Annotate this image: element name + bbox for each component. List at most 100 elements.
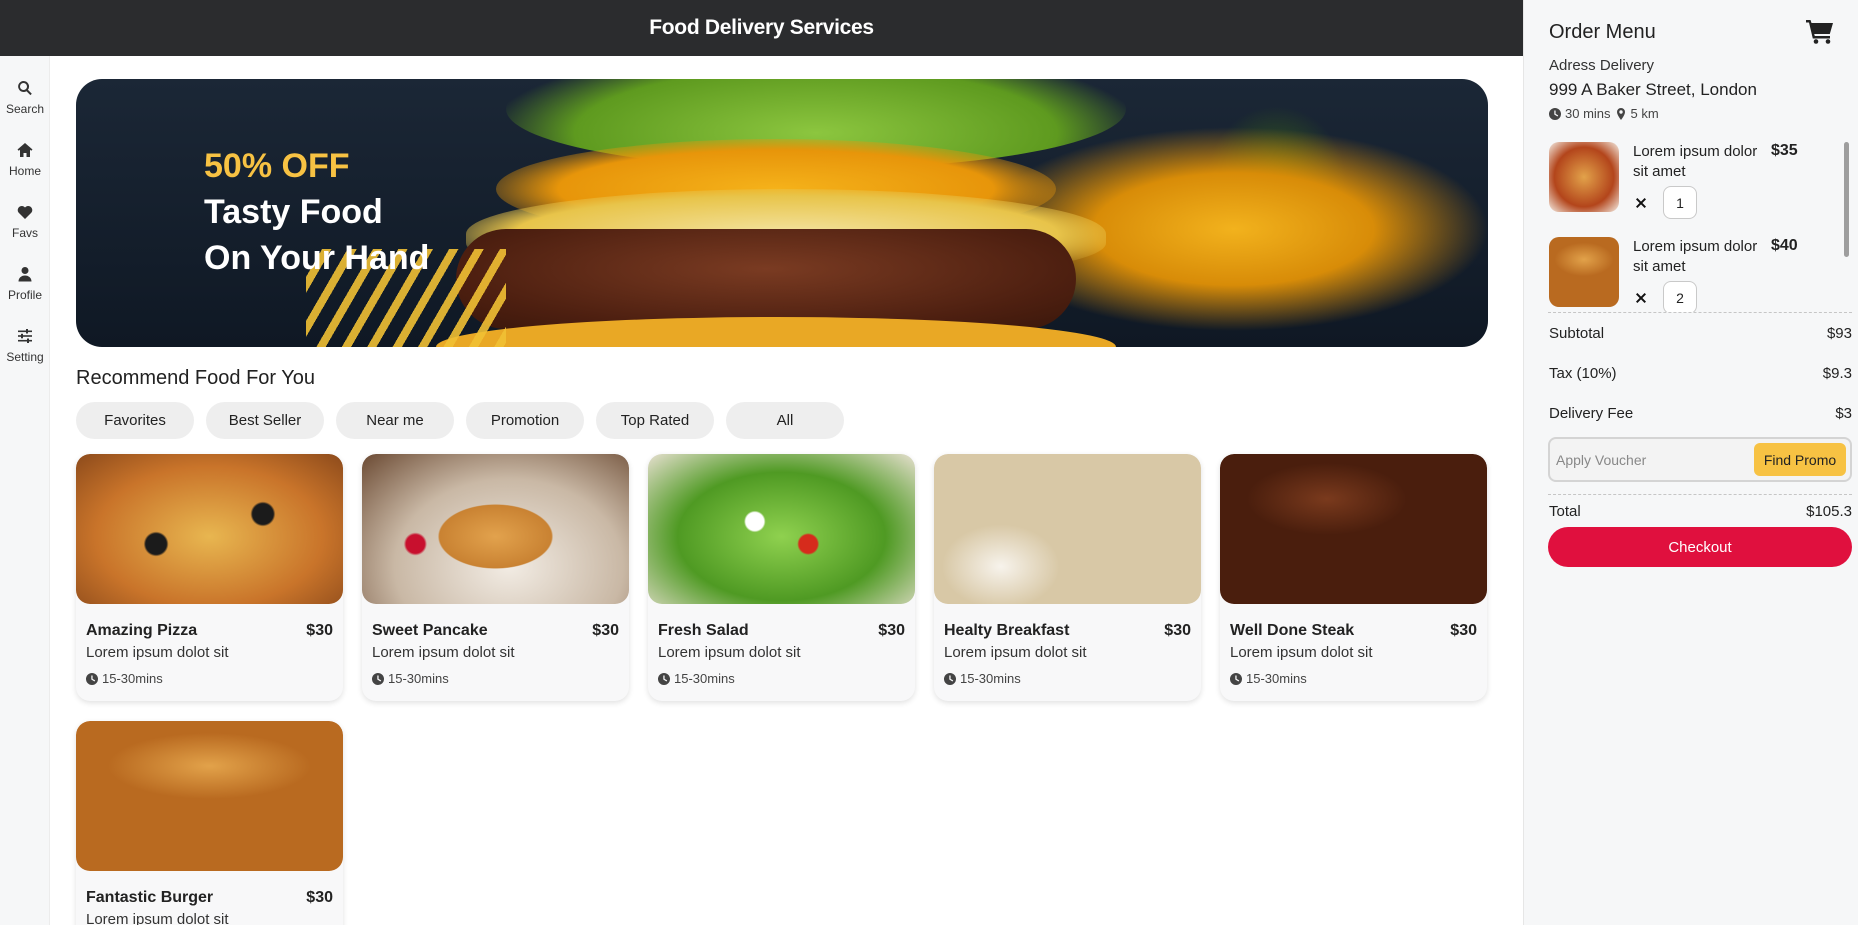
- checkout-button[interactable]: Checkout: [1548, 527, 1852, 567]
- food-description: Lorem ipsum dolot sit: [86, 911, 229, 925]
- cart-item-image: [1549, 142, 1619, 212]
- sidebar-item-home[interactable]: Home: [0, 142, 50, 178]
- food-price: $30: [1164, 622, 1191, 639]
- clock-icon: [1230, 672, 1242, 685]
- sidebar-item-search[interactable]: Search: [0, 80, 50, 116]
- food-description: Lorem ipsum dolot sit: [1230, 644, 1373, 661]
- sidebar-item-favs[interactable]: Favs: [0, 204, 50, 240]
- food-card[interactable]: Amazing Pizza $30 Lorem ipsum dolot sit 1…: [76, 454, 343, 701]
- food-image-salad: [648, 454, 915, 604]
- food-name: Fresh Salad: [658, 622, 749, 639]
- home-icon: [17, 143, 33, 157]
- delivery-meta: 30 mins 5 km: [1524, 106, 1858, 121]
- voucher-input[interactable]: [1556, 451, 1736, 468]
- banner-patty-graphic: [456, 229, 1076, 329]
- food-image-pancake: [362, 454, 629, 604]
- delivery-fee-value: $3: [1835, 404, 1852, 422]
- subtotal-label: Subtotal: [1549, 324, 1605, 342]
- main-content: 50% OFF Tasty Food On Your Hand Recommen…: [76, 79, 1488, 925]
- food-time: 15-30mins: [362, 671, 629, 686]
- food-card[interactable]: Fantastic Burger $30 Lorem ipsum dolot si…: [76, 721, 343, 925]
- food-price: $30: [306, 889, 333, 906]
- food-card[interactable]: Well Done Steak $30 Lorem ipsum dolot sit…: [1220, 454, 1487, 701]
- map-pin-icon: [1616, 107, 1625, 120]
- tax-value: $9.3: [1822, 364, 1852, 382]
- filter-promotion[interactable]: Promotion: [466, 402, 584, 439]
- sidebar-item-label: Profile: [7, 288, 42, 302]
- sidebar: Search Home Favs Profile Setting: [0, 56, 50, 925]
- app-root: Food Delivery Services Search Home Favs …: [0, 0, 1858, 925]
- filter-all[interactable]: All: [726, 402, 844, 439]
- cart-item-name: Lorem ipsum dolor sit amet: [1633, 238, 1758, 275]
- order-panel: Order Menu Adress Delivery 999 A Baker S…: [1523, 0, 1858, 925]
- find-promo-button[interactable]: Find Promo: [1754, 443, 1846, 476]
- clock-icon: [944, 672, 956, 685]
- cart-scrollbar[interactable]: [1844, 142, 1849, 257]
- filter-chips: Favorites Best Seller Near me Promotion …: [76, 402, 1488, 439]
- subtotal-row: Subtotal $93: [1524, 313, 1858, 353]
- food-price: $30: [878, 622, 905, 639]
- delivery-fee-row: Delivery Fee $3: [1524, 393, 1858, 433]
- food-price: $30: [592, 622, 619, 639]
- food-description: Lorem ipsum dolot sit: [658, 644, 801, 661]
- promo-banner[interactable]: 50% OFF Tasty Food On Your Hand: [76, 79, 1488, 347]
- food-time-text: 15-30mins: [1246, 671, 1307, 686]
- delivery-fee-label: Delivery Fee: [1549, 404, 1634, 422]
- banner-line-2: On Your Hand: [204, 239, 430, 277]
- clock-icon: [86, 672, 98, 685]
- cart-item: Lorem ipsum dolor sit amet 2 $40: [1524, 237, 1858, 312]
- food-description: Lorem ipsum dolot sit: [372, 644, 515, 661]
- food-card[interactable]: Sweet Pancake $30 Lorem ipsum dolot sit 1…: [362, 454, 629, 701]
- top-header: Food Delivery Services: [0, 0, 1523, 56]
- cart-item-qty-row: 2: [1633, 281, 1761, 312]
- search-icon: [18, 81, 32, 96]
- food-time: 15-30mins: [76, 671, 343, 686]
- filter-top-rated[interactable]: Top Rated: [596, 402, 714, 439]
- filter-near-me[interactable]: Near me: [336, 402, 454, 439]
- clock-icon: [1549, 107, 1561, 120]
- food-price: $30: [1450, 622, 1477, 639]
- food-name: Sweet Pancake: [372, 622, 488, 639]
- cart-item-image: [1549, 237, 1619, 307]
- cart-icon[interactable]: [1806, 19, 1834, 45]
- quantity-field[interactable]: 1: [1663, 186, 1697, 219]
- food-card[interactable]: Fresh Salad $30 Lorem ipsum dolot sit 15-…: [648, 454, 915, 701]
- tax-row: Tax (10%) $9.3: [1524, 353, 1858, 393]
- food-name: Fantastic Burger: [86, 889, 214, 906]
- sidebar-item-label: Home: [8, 164, 41, 178]
- cart-item-price: $40: [1771, 237, 1798, 254]
- food-card[interactable]: Healty Breakfast $30 Lorem ipsum dolot si…: [934, 454, 1201, 701]
- close-icon[interactable]: [1633, 195, 1649, 211]
- food-description: Lorem ipsum dolot sit: [86, 644, 229, 661]
- food-name: Healty Breakfast: [944, 622, 1070, 639]
- cart-item: Lorem ipsum dolor sit amet 1 $35: [1524, 142, 1858, 237]
- sidebar-item-label: Setting: [6, 350, 44, 364]
- close-icon[interactable]: [1633, 290, 1649, 306]
- voucher-box: Find Promo: [1548, 437, 1852, 482]
- food-image-burger: [76, 721, 343, 871]
- food-time-text: 15-30mins: [102, 671, 163, 686]
- food-image-pizza: [76, 454, 343, 604]
- order-header: Order Menu: [1524, 19, 1858, 45]
- quantity-field[interactable]: 2: [1663, 281, 1697, 312]
- cart-item-name: Lorem ipsum dolor sit amet: [1633, 143, 1758, 180]
- food-image-breakfast: [934, 454, 1201, 604]
- cart-item-info: Lorem ipsum dolor sit amet 2: [1633, 237, 1761, 312]
- food-description: Lorem ipsum dolot sit: [944, 644, 1087, 661]
- sidebar-item-label: Favs: [11, 226, 38, 240]
- delivery-eta: 30 mins: [1565, 106, 1611, 121]
- sidebar-item-setting[interactable]: Setting: [0, 328, 50, 364]
- filter-best-seller[interactable]: Best Seller: [206, 402, 324, 439]
- cart-item-qty-row: 1: [1633, 186, 1761, 219]
- food-time-text: 15-30mins: [960, 671, 1021, 686]
- section-title: Recommend Food For You: [76, 367, 316, 389]
- banner-text: 50% OFF Tasty Food On Your Hand: [204, 143, 429, 281]
- food-time-text: 15-30mins: [674, 671, 735, 686]
- cart-item-price: $35: [1771, 142, 1798, 159]
- sliders-icon: [18, 329, 32, 343]
- filter-favorites[interactable]: Favorites: [76, 402, 194, 439]
- sidebar-item-profile[interactable]: Profile: [0, 266, 50, 302]
- address-label: Adress Delivery: [1549, 57, 1655, 74]
- food-name: Amazing Pizza: [86, 622, 198, 639]
- food-price: $30: [306, 622, 333, 639]
